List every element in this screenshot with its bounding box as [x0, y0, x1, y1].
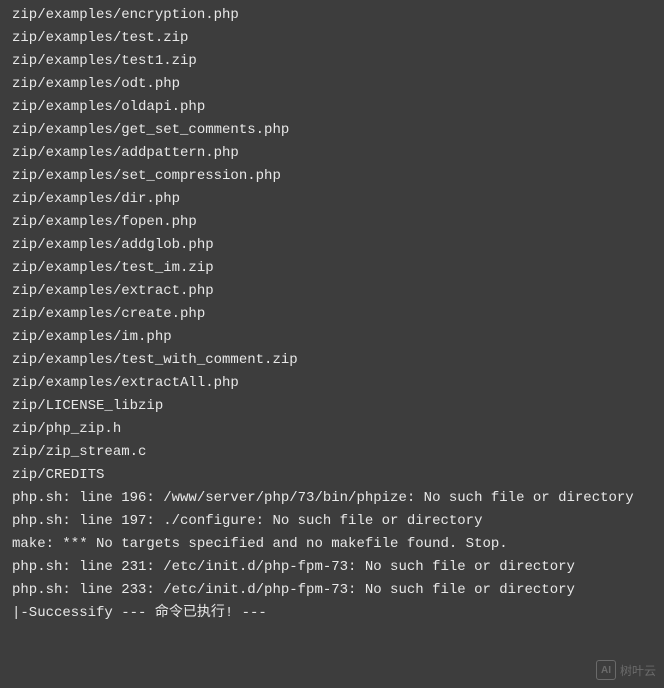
terminal-output[interactable]: zip/examples/encryption.phpzip/examples/… [0, 0, 664, 688]
terminal-line: zip/zip_stream.c [12, 441, 652, 464]
terminal-line: zip/examples/extractAll.php [12, 372, 652, 395]
terminal-line: php.sh: line 196: /www/server/php/73/bin… [12, 487, 652, 510]
terminal-line: zip/examples/get_set_comments.php [12, 119, 652, 142]
terminal-line: zip/examples/odt.php [12, 73, 652, 96]
terminal-line: php.sh: line 231: /etc/init.d/php-fpm-73… [12, 556, 652, 579]
terminal-line: zip/examples/addglob.php [12, 234, 652, 257]
terminal-line: zip/examples/encryption.php [12, 4, 652, 27]
terminal-line: zip/examples/set_compression.php [12, 165, 652, 188]
terminal-line: zip/examples/test_with_comment.zip [12, 349, 652, 372]
terminal-line: zip/examples/test_im.zip [12, 257, 652, 280]
terminal-line: zip/examples/fopen.php [12, 211, 652, 234]
terminal-line: zip/examples/extract.php [12, 280, 652, 303]
terminal-line: zip/examples/create.php [12, 303, 652, 326]
terminal-line: zip/examples/test.zip [12, 27, 652, 50]
terminal-line: zip/LICENSE_libzip [12, 395, 652, 418]
terminal-line: php.sh: line 233: /etc/init.d/php-fpm-73… [12, 579, 652, 602]
terminal-line: zip/examples/im.php [12, 326, 652, 349]
terminal-line: |-Successify --- 命令已执行! --- [12, 602, 652, 625]
terminal-line: zip/examples/dir.php [12, 188, 652, 211]
terminal-line: zip/examples/addpattern.php [12, 142, 652, 165]
terminal-line: zip/examples/oldapi.php [12, 96, 652, 119]
terminal-line: php.sh: line 197: ./configure: No such f… [12, 510, 652, 533]
terminal-line: zip/php_zip.h [12, 418, 652, 441]
terminal-line: make: *** No targets specified and no ma… [12, 533, 652, 556]
terminal-line: zip/examples/test1.zip [12, 50, 652, 73]
terminal-line: zip/CREDITS [12, 464, 652, 487]
